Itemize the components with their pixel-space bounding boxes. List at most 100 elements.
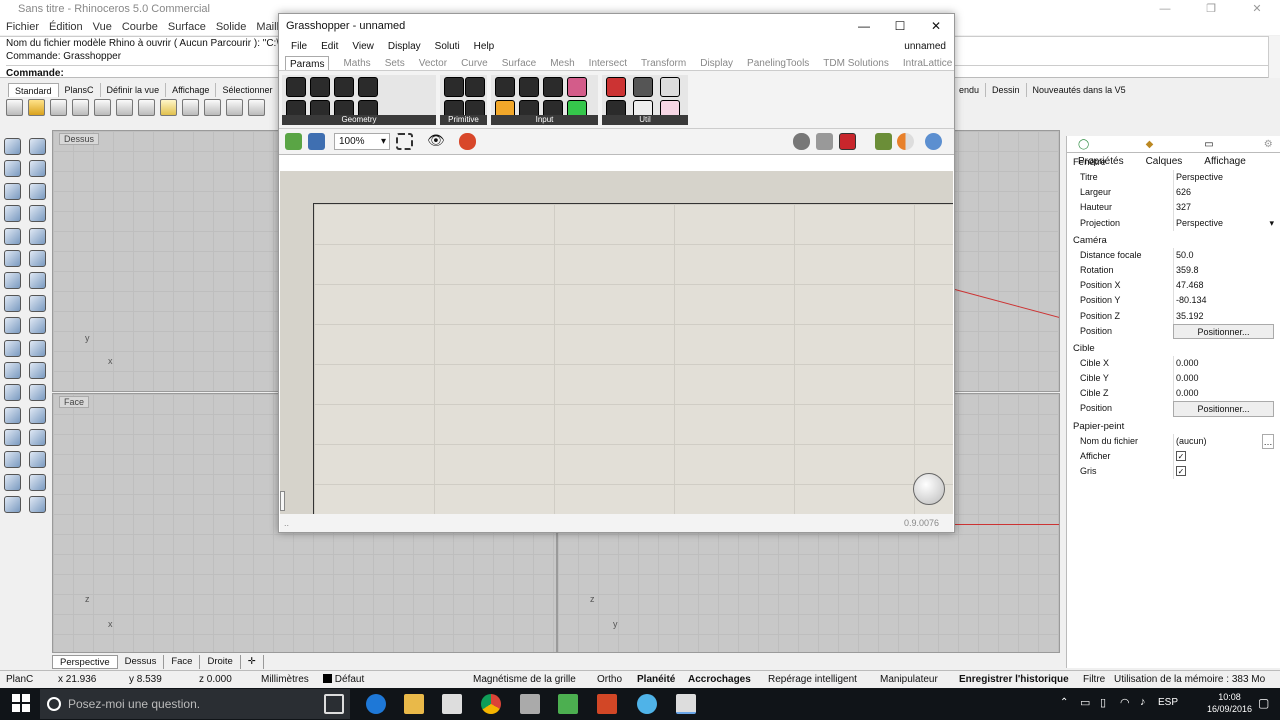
menu-edition[interactable]: Édition [49,19,83,35]
snowflake-app-icon[interactable] [637,694,657,714]
toggle-icon[interactable] [543,77,563,97]
status-manipulateur[interactable]: Manipulateur [880,671,938,688]
preview-shaded-icon[interactable] [816,133,833,150]
gh-tab-intralattice[interactable]: IntraLattice [903,56,952,70]
ellipse-icon[interactable] [29,182,46,200]
gh-tab-intersect[interactable]: Intersect [589,56,627,70]
gh-menu-view[interactable]: View [352,38,374,56]
status-reperage[interactable]: Repérage intelligent [768,671,857,688]
volume-icon[interactable]: ♪ [1140,696,1146,708]
task-view-icon[interactable] [324,694,344,714]
language-indicator[interactable]: ESP [1158,697,1178,708]
gh-tab-display[interactable]: Display [700,56,733,70]
file-explorer-icon[interactable] [404,694,424,714]
point-icon[interactable] [29,138,46,155]
print-icon[interactable] [72,99,89,116]
render-icon[interactable] [29,361,46,379]
target-position-button[interactable]: Positionner... [1173,401,1274,417]
prop-value[interactable]: 35.192 [1173,308,1280,324]
camera-position-button[interactable]: Positionner... [1173,323,1274,339]
settings-gear-icon[interactable]: ⚙ [1260,136,1277,152]
prop-value[interactable]: 626 [1173,185,1280,201]
status-accrochages[interactable]: Accrochages [688,671,751,688]
gh-tab-tdm-solutions[interactable]: TDM Solutions [823,56,889,70]
mesh-icon[interactable] [4,361,21,379]
gh-menu-display[interactable]: Display [388,38,421,56]
edge-browser-icon[interactable] [366,694,386,714]
panel-icon[interactable] [519,77,539,97]
prop-value[interactable]: Perspective [1173,170,1280,186]
gh-tab-panelingtools[interactable]: PanelingTools [747,56,809,70]
gh-tab-curve[interactable]: Curve [461,56,488,70]
gh-tab-sets[interactable]: Sets [385,56,405,70]
status-grille[interactable]: Magnétisme de la grille [473,671,576,688]
add-viewport-icon[interactable]: ✛ [241,655,264,669]
sketch-pen-icon[interactable] [459,133,476,150]
paint-icon[interactable] [29,496,46,514]
open-file-icon[interactable] [285,133,302,150]
tab-affichage-panel[interactable]: ▭ Affichage [1196,136,1254,167]
minimize-icon[interactable]: — [1142,0,1188,19]
prop-value[interactable]: -80.134 [1173,293,1280,309]
tab-dessus[interactable]: Dessus [118,655,165,669]
status-ortho[interactable]: Ortho [597,671,622,688]
preview-settings-icon[interactable] [925,133,942,150]
tab-plansc[interactable]: PlansC [59,83,101,97]
prop-value[interactable]: 50.0 [1173,247,1280,263]
tab-dessin[interactable]: Dessin [985,83,1026,97]
status-filtre[interactable]: Filtre [1083,671,1105,688]
tab-proprietes[interactable]: ◯ Propriétés [1070,136,1132,167]
extrude-icon[interactable] [29,294,46,312]
array-icon[interactable] [4,429,21,447]
circle-param-icon[interactable] [310,77,330,97]
cylinder-icon[interactable] [4,294,21,312]
gh-tab-mesh[interactable]: Mesh [550,56,574,70]
gh-tab-transform[interactable]: Transform [641,56,686,70]
menu-surface[interactable]: Surface [168,19,206,35]
close-icon[interactable]: ✕ [1234,0,1280,19]
menu-vue[interactable]: Vue [93,19,112,35]
save-file-icon[interactable] [308,133,325,150]
check-icon[interactable] [29,473,46,491]
line-param-icon[interactable] [358,77,378,97]
clock[interactable]: 10:08 16/09/2016 [1207,691,1252,715]
surface-icon[interactable] [29,249,46,267]
windows-start-icon[interactable] [12,694,30,712]
gradient-icon[interactable] [567,77,587,97]
document-preview-icon[interactable] [875,133,892,150]
fillet-edge-icon[interactable] [29,317,46,335]
preview-mesh-icon[interactable] [897,133,914,150]
scale-icon[interactable] [29,406,46,424]
integer-param-icon[interactable] [465,77,485,97]
polygon-icon[interactable] [4,205,21,223]
preview-eye-icon[interactable]: 👁 [427,133,445,150]
viewport-label-top[interactable]: Dessus [59,133,100,145]
store-icon[interactable] [442,694,462,714]
gh-menu-edit[interactable]: Edit [321,38,338,56]
prop-value[interactable]: 359.8 [1173,262,1280,279]
restore-icon[interactable]: ❐ [1188,0,1234,19]
move-icon[interactable] [4,339,21,357]
slider-icon[interactable] [495,77,515,97]
tab-definir-vue[interactable]: Définir la vue [101,83,167,97]
wifi-icon[interactable]: ◠ [1120,696,1130,709]
cortana-search-input[interactable]: Posez-moi une question. [40,689,350,719]
gh-tab-surface[interactable]: Surface [502,56,536,70]
prop-value[interactable]: 327 [1173,200,1280,216]
tab-standard[interactable]: Standard [8,83,59,97]
data-dam-icon[interactable] [660,77,680,97]
tab-calques[interactable]: ◆ Calques [1138,136,1191,167]
power-icon[interactable]: ▯ [1100,696,1106,709]
maximize-icon[interactable]: ☐ [882,14,918,38]
rhino-app-icon[interactable] [520,694,540,714]
fillet-curve-icon[interactable] [29,227,46,245]
circle-icon[interactable] [4,182,21,200]
tab-perspective[interactable]: Perspective [52,655,118,669]
boolean-icon[interactable] [4,317,21,335]
curve-param-icon[interactable] [334,77,354,97]
new-file-icon[interactable] [6,99,23,116]
status-historique[interactable]: Enregistrer l'historique [959,671,1069,688]
mirror-icon[interactable] [29,429,46,447]
cherry-picker-icon[interactable] [606,77,626,97]
chrome-icon[interactable] [481,694,501,714]
